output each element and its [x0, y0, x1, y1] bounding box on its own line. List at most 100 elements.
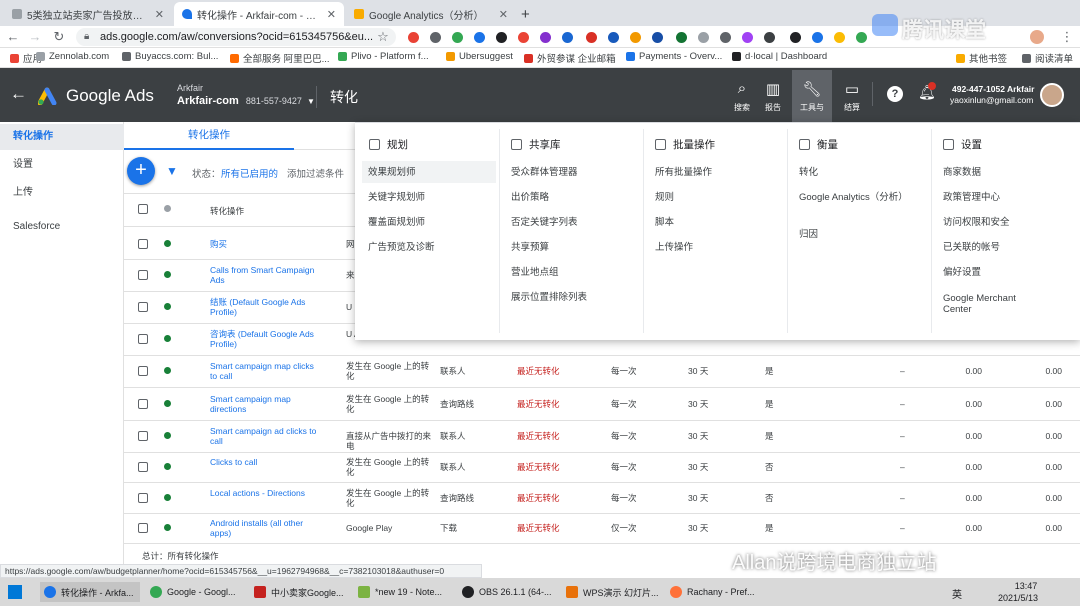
close-icon[interactable]: ✕ [327, 8, 336, 21]
back-icon[interactable]: ← [4, 28, 22, 46]
row-checkbox[interactable] [138, 431, 148, 441]
cell-name[interactable]: Smart campaign map directions [210, 394, 320, 414]
menu-item-preferences[interactable]: 偏好设置 [943, 267, 981, 278]
browser-tab-analytics[interactable]: Google Analytics（分析） ✕ [346, 2, 516, 26]
cell-name[interactable]: Android installs (all other apps) [210, 518, 320, 538]
menu-item-policy-manager[interactable]: 政策管理中心 [943, 192, 1000, 203]
bookmark-item[interactable]: Zennolab.com [36, 51, 109, 62]
row-checkbox[interactable] [138, 462, 148, 472]
filter-status-chip[interactable]: 所有已启用的 [221, 166, 278, 180]
column-header-conversion-action[interactable]: 转化操作 [210, 206, 244, 216]
row-checkbox[interactable] [138, 366, 148, 376]
close-icon[interactable]: ✕ [155, 8, 164, 21]
extension-icon[interactable] [452, 32, 463, 43]
back-arrow-icon[interactable]: ← [10, 84, 27, 104]
bookmark-item[interactable]: 全部服务 阿里巴巴... [230, 51, 330, 65]
tab-conversion-actions[interactable]: 转化操作 [124, 122, 294, 150]
extension-icon[interactable] [518, 32, 529, 43]
menu-item-attribution[interactable]: 归因 [799, 229, 818, 240]
extension-icon[interactable] [720, 32, 731, 43]
row-checkbox[interactable] [138, 302, 148, 312]
taskbar-item[interactable]: *new 19 - Note... [354, 582, 454, 602]
cell-name[interactable]: 购买 [210, 239, 320, 249]
extension-icon[interactable] [764, 32, 775, 43]
extension-icon[interactable] [652, 32, 663, 43]
browser-tab-course[interactable]: 5类独立站卖家广告投放课程 ✕ [4, 2, 172, 26]
menu-item-performance-planner[interactable]: 效果规划师 [362, 161, 496, 183]
taskbar-item[interactable]: Rachany - Pref... [666, 582, 762, 602]
url-field[interactable]: 🔒︎ ads.google.com/aw/conversions?ocid=61… [76, 28, 396, 46]
menu-item-rules[interactable]: 规则 [655, 192, 674, 203]
taskbar-item[interactable]: WPS演示 幻灯片... [562, 582, 662, 602]
extension-icon[interactable] [834, 32, 845, 43]
cell-name[interactable]: 结账 (Default Google Ads Profile) [210, 297, 320, 317]
new-tab-button[interactable]: + [516, 2, 538, 26]
menu-item-keyword-planner[interactable]: 关键字规划师 [368, 192, 425, 203]
row-checkbox[interactable] [138, 239, 148, 249]
extension-icon[interactable] [698, 32, 709, 43]
menu-item-access-security[interactable]: 访问权限和安全 [943, 217, 1010, 228]
extension-icon[interactable] [676, 32, 687, 43]
bookmark-item[interactable]: 外贸参谋 企业邮箱 [524, 51, 616, 65]
row-checkbox[interactable] [138, 398, 148, 409]
cell-name[interactable]: Smart campaign ad clicks to call [210, 426, 320, 446]
add-conversion-button[interactable]: + [127, 157, 155, 185]
extension-icon[interactable] [562, 32, 573, 43]
extension-icon[interactable] [608, 32, 619, 43]
extension-icon[interactable] [856, 32, 867, 43]
wrench-icon[interactable]: 🔧︎ [798, 80, 826, 98]
menu-item-google-analytics[interactable]: Google Analytics（分析） [799, 192, 919, 203]
star-icon[interactable]: ☆ [374, 28, 392, 46]
extension-icon[interactable] [408, 32, 419, 43]
forward-icon[interactable]: → [26, 28, 44, 46]
sidebar-item-uploads[interactable]: 上传 [0, 180, 124, 206]
bookmark-item[interactable]: Payments - Overv... [626, 51, 722, 62]
billing-icon[interactable]: ▭ [838, 80, 866, 98]
taskbar-item[interactable]: 中小卖家Google... [250, 582, 350, 602]
filter-icon[interactable]: ▼ [166, 164, 178, 178]
extension-icon[interactable] [812, 32, 823, 43]
extension-icon[interactable] [496, 32, 507, 43]
sidebar-item-conversion-actions[interactable]: 转化操作 [0, 124, 124, 150]
menu-item-bid-strategies[interactable]: 出价策略 [511, 192, 549, 203]
browser-tab-conversions[interactable]: 转化操作 - Arkfair-com - Goog ✕ [174, 2, 344, 26]
extension-icon[interactable] [430, 32, 441, 43]
menu-item-scripts[interactable]: 脚本 [655, 217, 674, 228]
menu-item-location-groups[interactable]: 营业地点组 [511, 267, 559, 278]
sidebar-item-settings[interactable]: 设置 [0, 152, 124, 178]
taskbar-item[interactable]: 转化操作 - Arkfa... [40, 582, 140, 602]
menu-item-merchant-center[interactable]: Google Merchant Center [943, 293, 1043, 315]
row-checkbox[interactable] [138, 270, 148, 280]
menu-item-reach-planner[interactable]: 覆盖面规划师 [368, 217, 425, 228]
row-checkbox[interactable] [138, 523, 148, 533]
extension-icon[interactable] [540, 32, 551, 43]
reading-list[interactable]: 阅读清单 [1022, 51, 1073, 65]
ime-indicator[interactable]: 英 [952, 586, 962, 601]
menu-item-ad-preview[interactable]: 广告预览及诊断 [368, 242, 435, 253]
menu-item-linked-accounts[interactable]: 已关联的帐号 [943, 242, 1000, 253]
menu-item-shared-budgets[interactable]: 共享预算 [511, 242, 549, 253]
menu-item-negative-keyword-lists[interactable]: 否定关键字列表 [511, 217, 578, 228]
cell-name[interactable]: 咨询表 (Default Google Ads Profile) [210, 329, 320, 349]
bookmark-item[interactable]: d·local | Dashboard [732, 51, 827, 62]
menu-item-uploads[interactable]: 上传操作 [655, 242, 693, 253]
bookmark-item[interactable]: Buyaccs.com: Bul... [122, 51, 218, 62]
extension-icon[interactable] [630, 32, 641, 43]
extension-icon[interactable] [742, 32, 753, 43]
bookmark-folder[interactable]: 其他书签 [956, 51, 1007, 65]
extension-icon[interactable] [474, 32, 485, 43]
add-filter-button[interactable]: 添加过滤条件 [287, 166, 344, 180]
menu-item-conversions[interactable]: 转化 [799, 167, 818, 178]
menu-icon[interactable]: ⋮ [1058, 28, 1076, 46]
reports-icon[interactable]: ▥ [759, 80, 787, 98]
extension-icon[interactable] [790, 32, 801, 43]
profile-avatar[interactable] [1030, 30, 1044, 44]
select-all-checkbox[interactable] [138, 204, 148, 214]
menu-item-placement-exclusions[interactable]: 展示位置排除列表 [511, 292, 587, 303]
avatar[interactable] [1040, 83, 1064, 107]
close-icon[interactable]: ✕ [499, 8, 508, 21]
row-checkbox[interactable] [138, 492, 148, 503]
bookmark-item[interactable]: Plivo - Platform f... [338, 51, 429, 62]
row-checkbox[interactable] [138, 334, 148, 344]
extension-icon[interactable] [586, 32, 597, 43]
